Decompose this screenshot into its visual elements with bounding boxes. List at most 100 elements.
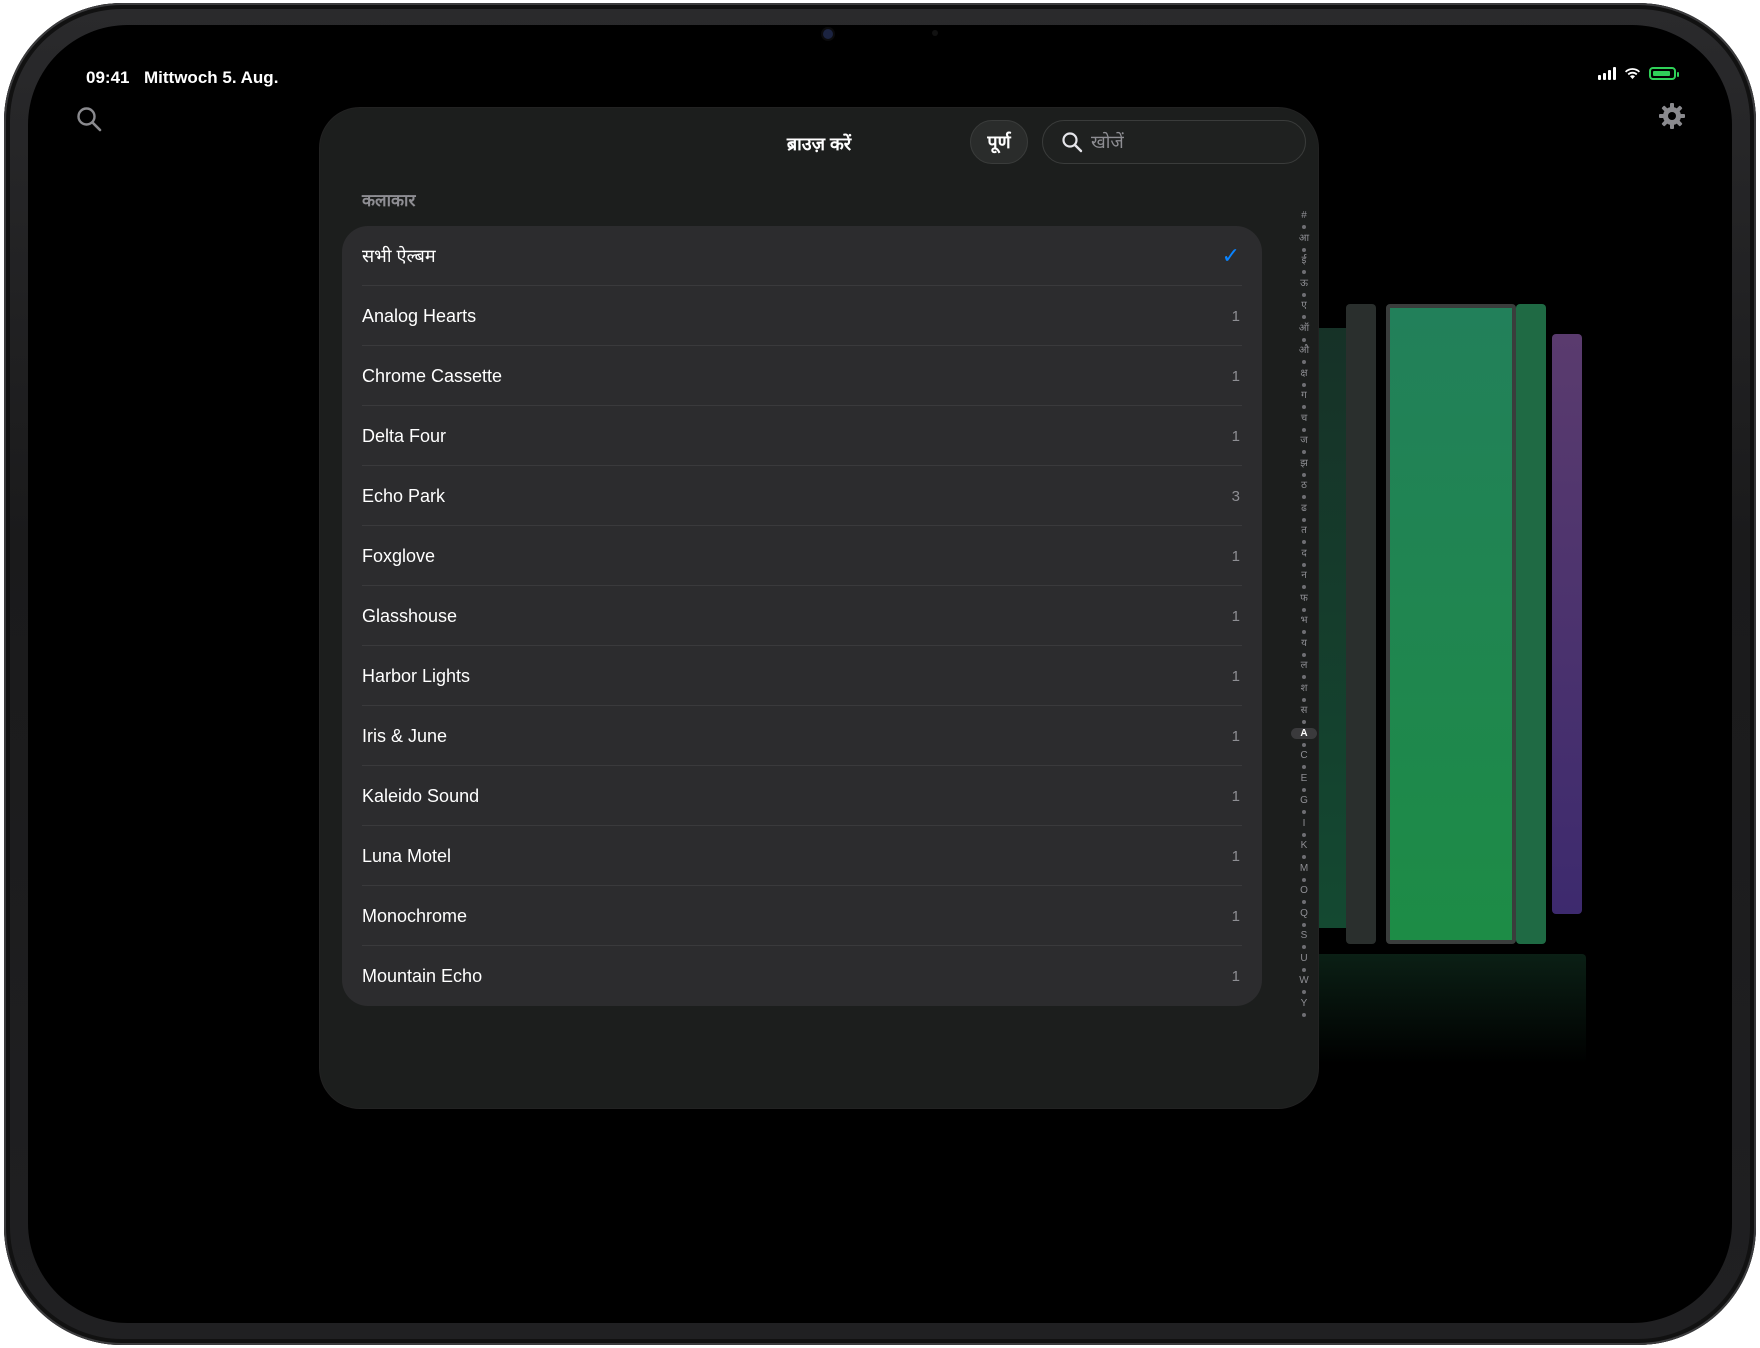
wifi-icon (1625, 67, 1640, 79)
index-separator-dot (1302, 540, 1306, 544)
screen: 09:41 Mittwoch 5. Aug. ब्राउज़ करें पूर्… (56, 54, 1706, 1294)
index-letter[interactable]: ल (1301, 660, 1308, 672)
index-separator-dot (1302, 900, 1306, 904)
index-separator-dot (1302, 585, 1306, 589)
index-letter[interactable]: ग (1301, 390, 1307, 402)
index-separator-dot (1302, 247, 1306, 252)
status-bar: 09:41 Mittwoch 5. Aug. (56, 54, 1706, 94)
artist-name: Foxglove (362, 545, 436, 566)
index-letter[interactable]: G (1300, 795, 1308, 807)
index-letter[interactable]: भ (1300, 615, 1307, 627)
list-item[interactable]: Analog Hearts 1 (342, 286, 1262, 346)
list-item[interactable]: Kaleido Sound 1 (342, 766, 1262, 826)
artist-name: Glasshouse (362, 605, 458, 626)
index-letter[interactable]: Q (1300, 908, 1308, 920)
index-letter[interactable]: य (1301, 638, 1307, 650)
index-separator-dot (1302, 787, 1306, 792)
search-icon[interactable] (76, 106, 102, 132)
index-letter[interactable]: न (1301, 570, 1307, 582)
index-separator-dot (1302, 315, 1306, 319)
index-separator-dot (1302, 877, 1306, 882)
index-letter[interactable]: A (1291, 727, 1317, 739)
index-letter[interactable]: C (1300, 750, 1307, 762)
artist-name: Kaleido Sound (362, 785, 480, 806)
index-letter[interactable]: द (1301, 548, 1306, 560)
index-letter[interactable]: त (1301, 525, 1307, 537)
index-letter[interactable]: क्ष (1300, 368, 1307, 380)
index-letter[interactable]: फ (1300, 593, 1308, 605)
index-separator-dot (1302, 990, 1306, 994)
index-separator-dot (1302, 675, 1306, 679)
index-letter[interactable]: W (1299, 975, 1308, 987)
index-letter[interactable]: K (1301, 840, 1308, 852)
album-count: 1 (1231, 847, 1240, 865)
index-letter[interactable]: औ (1299, 345, 1309, 357)
album-count: 1 (1231, 307, 1240, 325)
index-letter[interactable]: ए (1301, 300, 1307, 312)
album-coverflow-background (1286, 264, 1706, 1084)
index-letter[interactable]: श (1301, 683, 1308, 695)
search-field[interactable]: खोजें (1042, 120, 1306, 164)
index-separator-dot (1302, 405, 1306, 409)
list-item[interactable]: Harbor Lights 1 (342, 646, 1262, 706)
artist-name: Chrome Cassette (362, 365, 503, 386)
index-separator-dot (1302, 832, 1306, 837)
done-button[interactable]: पूर्ण (970, 120, 1028, 164)
album-count: 1 (1231, 907, 1240, 925)
list-item[interactable]: Luna Motel 1 (342, 826, 1262, 886)
index-letter[interactable]: Y (1301, 998, 1308, 1010)
index-separator-dot (1302, 697, 1306, 702)
album-cover (1386, 304, 1516, 944)
list-item[interactable]: Glasshouse 1 (342, 586, 1262, 646)
index-letter[interactable]: आ (1299, 233, 1309, 245)
index-letter[interactable]: ई (1302, 255, 1307, 267)
index-separator-dot (1302, 562, 1306, 567)
index-letter[interactable]: I (1303, 818, 1306, 830)
index-letter[interactable]: ज (1300, 435, 1307, 447)
list-item[interactable]: Foxglove 1 (342, 526, 1262, 586)
list-item[interactable]: Delta Four 1 (342, 406, 1262, 466)
section-index[interactable]: # आ ई ऊ ए ऑ औ क्ष ग च ज झ ठ ढ त द न फ भ य ल श स A C E G I K M O Q S U W Y (1291, 210, 1317, 1020)
status-time: 09:41 (86, 68, 130, 87)
index-separator-dot (1302, 360, 1306, 364)
battery-icon (1649, 66, 1679, 80)
index-letter[interactable]: O (1300, 885, 1308, 897)
list-item[interactable]: Iris & June 1 (342, 706, 1262, 766)
album-count: 1 (1231, 367, 1240, 385)
index-letter[interactable]: स (1301, 705, 1308, 717)
album-count: 1 (1231, 607, 1240, 625)
index-letter[interactable]: ऊ (1300, 278, 1308, 290)
index-letter[interactable]: झ (1300, 458, 1308, 470)
index-separator-dot (1302, 742, 1306, 747)
list-item[interactable]: Mountain Echo 1 (342, 946, 1262, 1006)
index-separator-dot (1302, 945, 1306, 949)
index-letter[interactable]: # (1301, 210, 1307, 222)
index-letter[interactable]: S (1301, 930, 1308, 942)
index-separator-dot (1302, 1012, 1306, 1017)
status-date: Mittwoch 5. Aug. (144, 68, 279, 87)
index-separator-dot (1302, 495, 1306, 499)
index-separator-dot (1302, 720, 1306, 724)
index-separator-dot (1302, 967, 1306, 972)
index-separator-dot (1302, 517, 1306, 522)
gear-icon[interactable] (1658, 102, 1686, 130)
checkmark-icon: ✓ (1221, 243, 1240, 268)
index-letter[interactable]: ठ (1301, 480, 1307, 492)
list-item[interactable]: Chrome Cassette 1 (342, 346, 1262, 406)
index-letter[interactable]: ऑ (1299, 323, 1309, 335)
list-item[interactable]: Monochrome 1 (342, 886, 1262, 946)
index-letter[interactable]: E (1301, 773, 1308, 785)
index-letter[interactable]: M (1300, 863, 1308, 875)
section-header: कलाकार (362, 191, 416, 210)
index-letter[interactable]: ढ (1301, 503, 1307, 515)
album-reflection (1286, 954, 1586, 1064)
search-placeholder: खोजें (1091, 132, 1124, 152)
index-letter[interactable]: च (1301, 413, 1307, 425)
list-item-all-albums[interactable]: सभी ऐल्बम ✓ (342, 226, 1262, 286)
index-letter[interactable]: U (1300, 953, 1307, 965)
list-item[interactable]: Echo Park 3 (342, 466, 1262, 526)
album-count: 1 (1231, 547, 1240, 565)
album-count: 1 (1231, 667, 1240, 685)
status-icons (1598, 66, 1679, 80)
artist-name: सभी ऐल्बम (362, 246, 436, 266)
